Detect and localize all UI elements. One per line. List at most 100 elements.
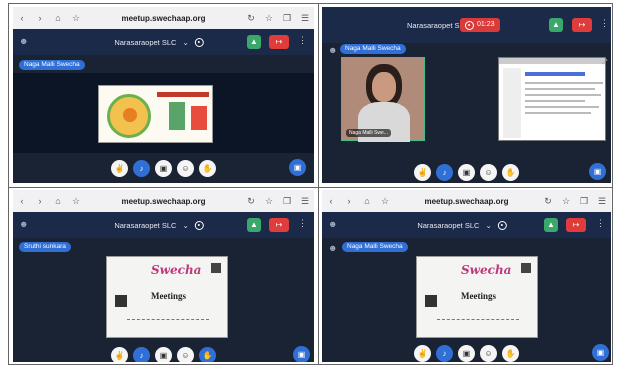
reload-icon[interactable]: ↻ [245, 13, 257, 24]
users-icon[interactable]: ☻ [328, 45, 340, 57]
tabs-icon[interactable]: ❐ [281, 13, 293, 24]
emoji-icon[interactable]: ☺ [177, 346, 194, 362]
microphone-icon[interactable]: ♪ [436, 163, 453, 181]
hand-icon[interactable]: ✋ [502, 163, 519, 181]
slide-brand: Swecha [151, 263, 202, 277]
star-icon[interactable]: ☆ [379, 196, 391, 207]
reload-icon[interactable]: ↻ [542, 196, 554, 207]
raise-hand-icon[interactable]: ✌ [111, 346, 128, 362]
control-bar: ✌ ♪ ▣ ☺ ✋ [13, 153, 314, 183]
shared-screen-thumbnail [498, 57, 606, 141]
more-options-icon[interactable]: ⋮ [596, 218, 605, 229]
qr-code [115, 295, 127, 307]
qr-code [211, 263, 221, 273]
fullscreen-icon[interactable]: ⤢ [602, 59, 608, 67]
url-bar[interactable]: meetup.swechaap.org [85, 197, 242, 206]
control-bar: ✌ ♪ ▣ ☺ ✋ [322, 157, 611, 183]
raise-hand-icon[interactable]: ✌ [111, 159, 128, 177]
more-options-icon[interactable]: ⋮ [298, 35, 307, 46]
control-bar: ✌ ♪ ▣ ☺ ✋ [322, 338, 611, 362]
chevron-right-icon[interactable]: › [34, 13, 46, 23]
qr-code [521, 263, 531, 273]
home-icon[interactable]: ⌂ [361, 196, 373, 206]
room-name[interactable]: Narasaraopet SLC ⌄ [417, 220, 507, 230]
menu-icon[interactable]: ☰ [299, 196, 311, 207]
chevron-left-icon[interactable]: ‹ [325, 196, 337, 206]
hand-icon[interactable]: ✋ [502, 344, 519, 362]
tabs-icon[interactable]: ❐ [578, 196, 590, 207]
leave-icon[interactable]: ↦ [566, 218, 586, 232]
emoji-icon[interactable]: ☺ [480, 163, 497, 181]
recording-timer[interactable]: 01:23 [460, 18, 500, 32]
reload-icon[interactable]: ↻ [245, 196, 257, 207]
users-icon[interactable]: ☻ [19, 219, 31, 231]
horizontal-divider [9, 187, 612, 188]
emoji-icon[interactable]: ☺ [177, 159, 194, 177]
connection-icon[interactable]: ▲ [247, 35, 261, 49]
connection-icon[interactable]: ▲ [544, 218, 558, 232]
leave-icon[interactable]: ↦ [269, 35, 289, 49]
room-name[interactable]: Narasaraopet SLC ⌄ [114, 220, 204, 230]
panel-bottom-left: ‹ › ⌂ ☆ meetup.swechaap.org ↻ ☆ ❐ ☰ ☻ Na… [13, 190, 314, 362]
hand-icon[interactable]: ✋ [199, 159, 216, 177]
star-icon[interactable]: ☆ [70, 196, 82, 207]
screen-share-icon[interactable]: ▣ [589, 163, 606, 180]
chevron-right-icon[interactable]: › [343, 196, 355, 206]
chevron-down-icon: ⌄ [485, 220, 492, 230]
url-bar[interactable]: meetup.swechaap.org [85, 14, 242, 23]
star-icon[interactable]: ☆ [263, 196, 275, 207]
panel-top-left: ‹ › ⌂ ☆ meetup.swechaap.org ↻ ☆ ❐ ☰ ☻ Na… [13, 7, 314, 183]
hand-icon[interactable]: ✋ [199, 346, 216, 362]
menu-icon[interactable]: ☰ [596, 196, 608, 207]
qr-code [425, 295, 437, 307]
video-icon[interactable]: ▣ [155, 159, 172, 177]
microphone-icon[interactable]: ♪ [436, 344, 453, 362]
talking-indicator: Naga Malli Swecha [342, 242, 408, 252]
more-options-icon[interactable]: ⋮ [600, 18, 609, 29]
chevron-down-icon: ⌄ [182, 37, 189, 47]
room-name[interactable]: Narasaraopet SLC ⌄ [114, 37, 204, 47]
leave-icon[interactable]: ↦ [572, 18, 592, 32]
users-icon[interactable]: ☻ [328, 243, 340, 255]
meeting-header: ☻ Narasaraopet SLC ⌄ ▲ ↦ ⋮ [322, 212, 611, 238]
emoji-icon[interactable]: ☺ [480, 344, 497, 362]
video-icon[interactable]: ▣ [458, 344, 475, 362]
screen-share-icon[interactable]: ▣ [289, 159, 306, 176]
microphone-icon[interactable]: ♪ [133, 346, 150, 362]
tabs-icon[interactable]: ❐ [281, 196, 293, 207]
screen-share-icon[interactable]: ▣ [293, 346, 310, 362]
star-icon[interactable]: ☆ [263, 13, 275, 24]
url-bar[interactable]: meetup.swechaap.org [394, 197, 539, 206]
chevron-down-icon: ⌄ [182, 220, 189, 230]
connection-icon[interactable]: ▲ [247, 218, 261, 232]
home-icon[interactable]: ⌂ [52, 13, 64, 23]
screenshot-grid: ‹ › ⌂ ☆ meetup.swechaap.org ↻ ☆ ❐ ☰ ☻ Na… [8, 3, 613, 365]
leave-icon[interactable]: ↦ [269, 218, 289, 232]
raise-hand-icon[interactable]: ✌ [414, 163, 431, 181]
video-icon[interactable]: ▣ [458, 163, 475, 181]
microphone-icon[interactable]: ♪ [133, 159, 150, 177]
browser-bar: ‹ › ⌂ ☆ meetup.swechaap.org ↻ ☆ ❐ ☰ [13, 190, 314, 212]
camera-feed[interactable]: Naga Malli Swe... [341, 57, 425, 142]
users-icon[interactable]: ☻ [328, 219, 340, 231]
connection-icon[interactable]: ▲ [549, 18, 563, 32]
slide-brand: Swecha [461, 263, 512, 277]
menu-icon[interactable]: ☰ [299, 13, 311, 24]
meeting-header: ☻ Narasaraopet SLC ⌄ ▲ ↦ ⋮ [13, 29, 314, 55]
more-options-icon[interactable]: ⋮ [298, 218, 307, 229]
home-icon[interactable]: ⌂ [52, 196, 64, 206]
chevron-left-icon[interactable]: ‹ [16, 196, 28, 206]
star-icon[interactable]: ☆ [560, 196, 572, 207]
record-icon [465, 20, 474, 30]
raise-hand-icon[interactable]: ✌ [414, 344, 431, 362]
chevron-right-icon[interactable]: › [34, 196, 46, 206]
camera-name-label: Naga Malli Swe... [346, 129, 391, 137]
presentation-slide [98, 85, 213, 143]
chevron-left-icon[interactable]: ‹ [16, 13, 28, 23]
star-icon[interactable]: ☆ [70, 13, 82, 24]
screen-share-icon[interactable]: ▣ [592, 344, 609, 361]
users-icon[interactable]: ☻ [19, 36, 31, 48]
browser-bar: ‹ › ⌂ ☆ meetup.swechaap.org ↻ ☆ ❐ ☰ [13, 7, 314, 29]
video-icon[interactable]: ▣ [155, 346, 172, 362]
talking-indicator: Naga Malli Swecha [340, 44, 406, 54]
